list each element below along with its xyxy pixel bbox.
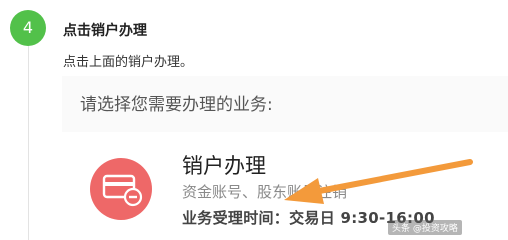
watermark: 头条 @投资攻略 — [388, 220, 462, 235]
timeline-line — [28, 46, 29, 240]
card-remove-icon — [90, 158, 152, 220]
orange-arrow-icon — [284, 159, 473, 204]
step-title: 点击销户办理 — [63, 23, 147, 39]
step-number-badge: 4 — [10, 10, 46, 46]
embedded-app-screenshot: 请选择您需要办理的业务: 销户办理 资金账号、股东账号注销 业务受理时间：交易日… — [62, 76, 508, 240]
business-select-prompt: 请选择您需要办理的业务: — [80, 95, 273, 115]
step-description: 点击上面的销户办理。 — [63, 55, 194, 70]
account-closing-title: 销户办理 — [182, 154, 266, 178]
